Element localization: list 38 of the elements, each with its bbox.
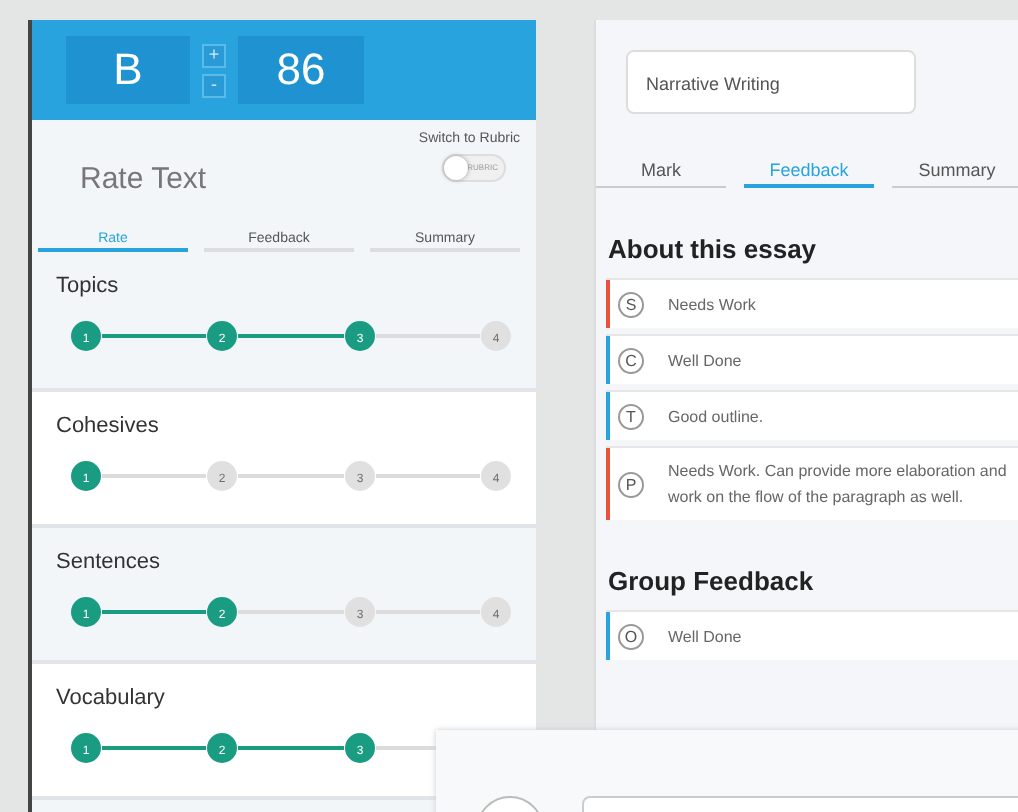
grade-score: 86 bbox=[238, 36, 364, 104]
increase-button[interactable]: + bbox=[202, 43, 226, 67]
feedback-item[interactable]: P Needs Work. Can provide more elaboration and work on the flow of the paragraph as well. bbox=[606, 446, 1018, 520]
step-connector bbox=[102, 334, 206, 338]
step-connector bbox=[238, 746, 344, 750]
step-connector bbox=[376, 474, 480, 478]
feedback-item[interactable]: S Needs Work bbox=[606, 278, 1018, 328]
step-connector bbox=[238, 334, 344, 338]
panel-title: Rate Text bbox=[80, 162, 207, 200]
feedback-item[interactable]: C Well Done bbox=[606, 334, 1018, 384]
letter-badge: O bbox=[618, 623, 644, 649]
feedback-text: Well Done bbox=[668, 349, 742, 373]
letter-badge: S bbox=[618, 291, 644, 317]
step-connector bbox=[238, 474, 344, 478]
grade-letter: B bbox=[66, 36, 190, 104]
feedback-item[interactable]: O Well Done bbox=[606, 610, 1018, 660]
step-connector bbox=[102, 610, 206, 614]
criterion-title: Vocabulary bbox=[56, 686, 167, 710]
letter-badge: T bbox=[618, 403, 644, 429]
criterion-title: Topics bbox=[56, 274, 121, 298]
letter-badge: C bbox=[618, 347, 644, 373]
letter-badge: P bbox=[618, 471, 644, 497]
feedback-text: Needs Work. Can provide more elaboration and work on the flow of the paragraph as well. bbox=[668, 460, 1008, 510]
criterion-title: Sentences bbox=[56, 550, 162, 574]
tab[interactable]: Feedback bbox=[744, 160, 874, 188]
tab[interactable]: Summary bbox=[892, 160, 1018, 188]
section-heading: Group Feedback bbox=[608, 566, 816, 596]
title-field[interactable]: Narrative Writing bbox=[626, 50, 916, 114]
feedback-text: Well Done bbox=[668, 625, 742, 649]
feedback-text: Good outline. bbox=[668, 405, 764, 429]
feedback-item[interactable]: T Good outline. bbox=[606, 390, 1018, 440]
feedback-text: Needs Work bbox=[668, 293, 756, 317]
tab[interactable]: Mark bbox=[596, 160, 726, 188]
step-connector bbox=[102, 746, 206, 750]
criterion-title: Cohesives bbox=[56, 414, 161, 438]
section-heading: About this essay bbox=[608, 234, 819, 264]
decrease-button[interactable]: - bbox=[202, 73, 226, 97]
step-connector bbox=[102, 474, 206, 478]
